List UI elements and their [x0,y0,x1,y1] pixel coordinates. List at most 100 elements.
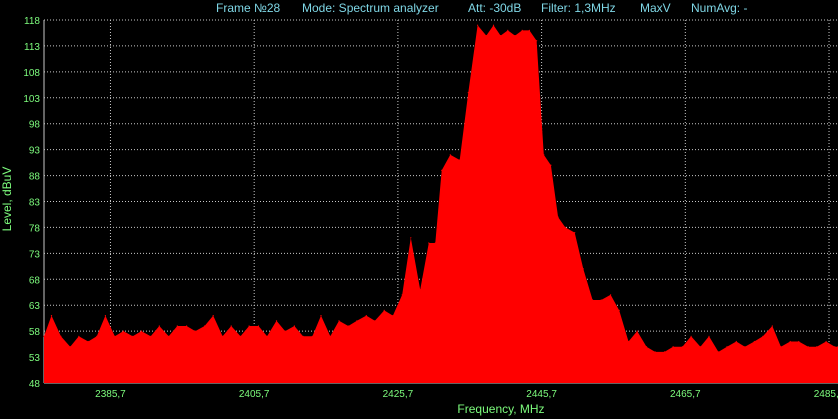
spectrum-point [168,335,170,337]
spectrum-point [150,335,152,337]
spectrum-point [654,351,656,353]
spectrum-point [550,164,552,166]
y-tick-label: 88 [29,172,41,183]
spectrum-point [428,242,430,244]
spectrum-point [467,92,469,94]
y-tick-label: 98 [29,120,41,131]
spectrum-point [158,325,160,327]
spectrum-point [753,340,755,343]
y-tick-label: 48 [29,379,41,390]
spectrum-point [543,154,545,156]
spectrum-point [275,320,278,322]
spectrum-point [681,346,684,348]
spectrum-point [96,335,98,337]
spectrum-point [807,346,809,348]
spectrum-point [186,325,188,327]
y-tick-label: 113 [24,42,40,53]
spectrum-point [176,325,178,327]
spectrum-point [204,325,206,327]
spectrum-point [239,335,242,337]
spectrum-point [434,242,436,244]
spectrum-point [194,330,196,332]
spectrum-point [87,340,89,343]
spectrum-point [140,330,142,332]
spectrum-point [528,29,531,31]
spectrum-point [329,335,331,337]
spectrum-point [365,315,367,317]
spectrum-point [610,294,612,296]
spectrum-point [780,346,782,348]
x-axis-ticks: 2385,7 2405,7 2425,7 2445,7 2465,7 2485,7 [95,389,838,400]
spectrum-point [43,335,45,337]
spectrum-point [735,340,737,343]
spectrum-point [708,335,710,337]
y-tick-label: 68 [29,275,41,286]
spectrum-point [284,330,286,332]
spectrum-point [293,325,295,327]
x-tick-label: 2425,7 [383,389,414,400]
x-tick-label: 2465,7 [670,389,701,400]
spectrum-point [50,315,53,317]
spectrum-point [663,351,666,353]
spectrum-point [492,24,495,26]
spectrum-point [618,309,620,311]
spectrum-point [338,320,340,322]
spectrum-point [507,29,509,31]
y-tick-label: 118 [24,16,40,27]
x-tick-label: 2385,7 [95,389,126,400]
spectrum-point [744,346,746,348]
spectrum-point [816,346,818,348]
spectrum-point [521,29,523,31]
spectrum-point [477,24,479,26]
spectrum-point [717,351,720,353]
spectrum-point [636,330,638,332]
spectrum-point [248,325,250,327]
y-tick-label: 53 [29,353,41,364]
spectrum-point [500,35,502,37]
y-axis-ticks: 118 113 108 103 98 93 88 83 78 73 68 63 58 53 48 [23,16,40,390]
spectrum-point [132,335,134,337]
spectrum-point [672,346,674,348]
y-tick-label: 78 [29,223,41,234]
spectrum-point [726,346,728,348]
spectrum-point [356,320,358,322]
spectrum-point [592,299,594,301]
spectrum-point [69,346,71,348]
spectrum-point [557,216,559,218]
spectrum-point [347,325,349,327]
spectrum-point [302,335,304,337]
spectrum-point [449,154,451,156]
spectrum-point [441,169,443,171]
y-tick-label: 58 [29,327,41,338]
spectrum-point [574,232,576,234]
spectrum-point [459,159,461,161]
spectrum-point [410,237,412,239]
spectrum-point [627,340,630,343]
spectrum-point [690,335,692,337]
spectrum-point [600,299,602,301]
spectrum-point [485,35,487,37]
y-tick-label: 73 [29,249,41,260]
spectrum-point [383,309,385,311]
x-tick-label: 2485,7 [814,389,838,400]
spectrum-point [222,335,224,337]
y-tick-label: 103 [23,94,40,105]
spectrum-point [798,340,800,343]
spectrum-point [564,226,566,228]
spectrum-point [771,325,773,327]
spectrum-point [374,320,376,322]
spectrum-point [419,289,421,291]
spectrum-point [536,40,538,42]
y-tick-label: 83 [29,198,41,209]
spectrum-point [78,335,80,337]
spectrum-point [401,294,403,296]
spectrum-point [122,330,124,332]
y-tick-label: 108 [23,68,40,79]
spectrum-point [320,315,322,317]
spectrum-point [311,335,313,337]
spectrum-point [825,340,827,343]
spectrum-point [762,335,764,337]
spectrum-point [645,346,648,348]
spectrum-point [60,335,62,337]
spectrum-point [699,346,702,348]
